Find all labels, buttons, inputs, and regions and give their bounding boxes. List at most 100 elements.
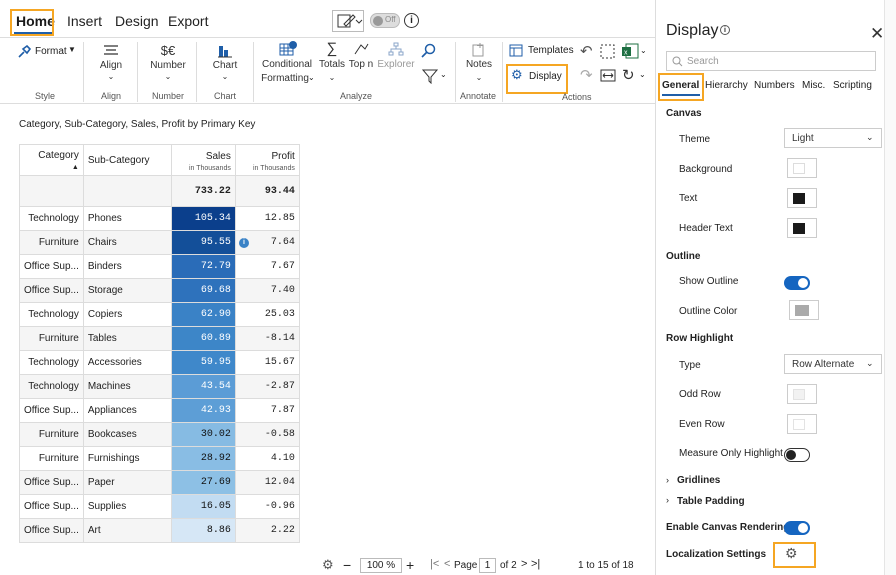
totals-button[interactable]: ∑ Totals ⌄ [317, 40, 347, 87]
background-color-swatch[interactable] [787, 158, 817, 178]
close-icon[interactable]: ✕ [870, 24, 884, 44]
table-row[interactable]: Office Sup... Appliances 42.93 7.87 [19, 398, 300, 423]
zoom-input[interactable]: 100 % [360, 558, 402, 573]
fit-width-icon[interactable] [600, 69, 616, 82]
chevron-down-icon: ⌄ [164, 72, 172, 81]
templates-button[interactable]: Templates [509, 43, 575, 59]
tab-insert[interactable]: Insert [65, 13, 104, 29]
bar-chart-icon [218, 46, 232, 58]
table-row[interactable]: Furniture Tables 60.89 -8.14 [19, 326, 300, 351]
ribbon-divider [83, 42, 84, 102]
zoom-out-button[interactable]: − [343, 557, 351, 573]
conditional-formatting-button[interactable]: Conditional Formatting ⌄ [259, 41, 315, 87]
gridlines-section[interactable]: Gridlines [677, 475, 720, 486]
measure-only-toggle[interactable] [784, 448, 810, 462]
panel-divider [655, 0, 656, 575]
theme-label: Theme [679, 134, 711, 145]
undo-icon[interactable]: ↶ [580, 42, 593, 60]
table-row[interactable]: Office Sup... Binders 72.79 7.67 [19, 254, 300, 279]
excel-icon[interactable]: x [621, 43, 639, 59]
filter-icon[interactable] [422, 69, 438, 84]
prev-page-icon[interactable]: < [444, 558, 450, 570]
scrollbar[interactable] [884, 0, 896, 575]
fit-screen-icon[interactable] [600, 44, 615, 59]
theme-select[interactable]: Light ⌄ [784, 128, 882, 148]
row-highlight-type-select[interactable]: Row Alternate ⌄ [784, 354, 882, 374]
panel-tab-hierarchy[interactable]: Hierarchy [705, 80, 748, 91]
cell-sales: 16.05 [170, 494, 236, 519]
header-category[interactable]: Category ▲ [19, 144, 84, 176]
notes-button[interactable]: Notes ⌄ [463, 41, 495, 87]
table-row[interactable]: Technology Phones 105.34 12.85 [19, 206, 300, 231]
show-outline-toggle[interactable] [784, 276, 810, 290]
cell-sales: 62.90 [170, 302, 236, 327]
header-profit[interactable]: Profit in Thousands [234, 144, 300, 176]
gear-icon[interactable]: ⚙ [322, 557, 334, 573]
outline-color-swatch[interactable] [789, 300, 819, 320]
table-row[interactable]: Furniture Furnishings 28.92 4.10 [19, 446, 300, 471]
panel-tab-general[interactable]: General [662, 80, 699, 91]
edit-mode-button[interactable] [332, 10, 364, 32]
search-input[interactable]: Search [666, 51, 876, 71]
table-padding-section[interactable]: Table Padding [677, 496, 745, 507]
table-row[interactable]: Office Sup... Supplies 16.05 -0.96 [19, 494, 300, 519]
display-button[interactable]: ⚙ Display [509, 67, 565, 86]
even-row-color-swatch[interactable] [787, 414, 817, 434]
zoom-in-button[interactable]: + [406, 557, 414, 573]
number-button[interactable]: $€ Number ⌄ [150, 42, 186, 86]
table-row[interactable]: Technology Accessories 59.95 15.67 [19, 350, 300, 375]
table-row[interactable]: Office Sup... Paper 27.69 12.04 [19, 470, 300, 495]
page-input[interactable]: 1 [479, 558, 496, 573]
off-toggle[interactable]: Off [370, 13, 400, 28]
chevron-down-icon: ⌄ [440, 70, 447, 79]
cell-category: Office Sup... [19, 470, 84, 495]
table-row[interactable]: Office Sup... Storage 69.68 7.40 [19, 278, 300, 303]
record-range: 1 to 15 of 18 [578, 560, 634, 571]
measure-only-label: Measure Only Highlight [679, 448, 783, 459]
ribbon-divider [502, 42, 503, 102]
header-text-color-swatch[interactable] [787, 218, 817, 238]
ribbon-divider [253, 42, 254, 102]
cell-profit: -0.58 [234, 422, 300, 447]
gear-icon[interactable]: ⚙ [785, 545, 798, 562]
cell-category: Technology [19, 302, 84, 327]
first-page-icon[interactable]: |< [430, 558, 439, 570]
text-color-swatch[interactable] [787, 188, 817, 208]
odd-row-color-swatch[interactable] [787, 384, 817, 404]
totals-row: 733.22 93.44 [19, 175, 300, 207]
cell-sales: 27.69 [170, 470, 236, 495]
header-sales[interactable]: Sales in Thousands [170, 144, 236, 176]
panel-tab-scripting[interactable]: Scripting [833, 80, 872, 91]
search-icon[interactable] [421, 43, 437, 59]
panel-tab-misc[interactable]: Misc. [802, 80, 825, 91]
table-row[interactable]: Furniture Chairs 95.55 7.64 [19, 230, 300, 255]
explorer-button[interactable]: Explorer [376, 41, 416, 87]
align-button[interactable]: Align ⌄ [98, 42, 124, 86]
even-row-label: Even Row [679, 419, 725, 430]
panel-tab-numbers[interactable]: Numbers [754, 80, 795, 91]
notes-label: Notes [465, 59, 493, 70]
tab-home[interactable]: Home [14, 13, 57, 29]
chart-button[interactable]: Chart ⌄ [210, 42, 240, 86]
header-subcategory[interactable]: Sub-Category [82, 144, 172, 176]
redo-icon[interactable]: ↷ [580, 66, 593, 84]
currency-icon: $€ [160, 43, 176, 58]
table-row[interactable]: Office Sup... Art 8.86 2.22 [19, 518, 300, 543]
table-row[interactable]: Technology Copiers 62.90 25.03 [19, 302, 300, 327]
next-page-icon[interactable]: > [521, 558, 527, 570]
tab-design[interactable]: Design [113, 13, 161, 29]
table-row[interactable]: Furniture Bookcases 30.02 -0.58 [19, 422, 300, 447]
info-icon[interactable]: i [720, 25, 730, 35]
format-button[interactable]: Format ▼ [17, 44, 77, 60]
canvas-rendering-toggle[interactable] [784, 521, 810, 535]
totals-label: Totals [318, 59, 346, 70]
top-n-button[interactable]: Top n [347, 41, 375, 87]
table-row[interactable]: Technology Machines 43.54 -2.87 [19, 374, 300, 399]
info-icon[interactable]: i [404, 13, 419, 28]
tab-export[interactable]: Export [166, 13, 210, 29]
text-label: Text [679, 193, 698, 204]
note-indicator-icon[interactable]: i [239, 238, 249, 248]
cell-category: Furniture [19, 326, 84, 351]
last-page-icon[interactable]: >| [531, 558, 540, 570]
refresh-icon[interactable]: ↻ [622, 66, 635, 84]
